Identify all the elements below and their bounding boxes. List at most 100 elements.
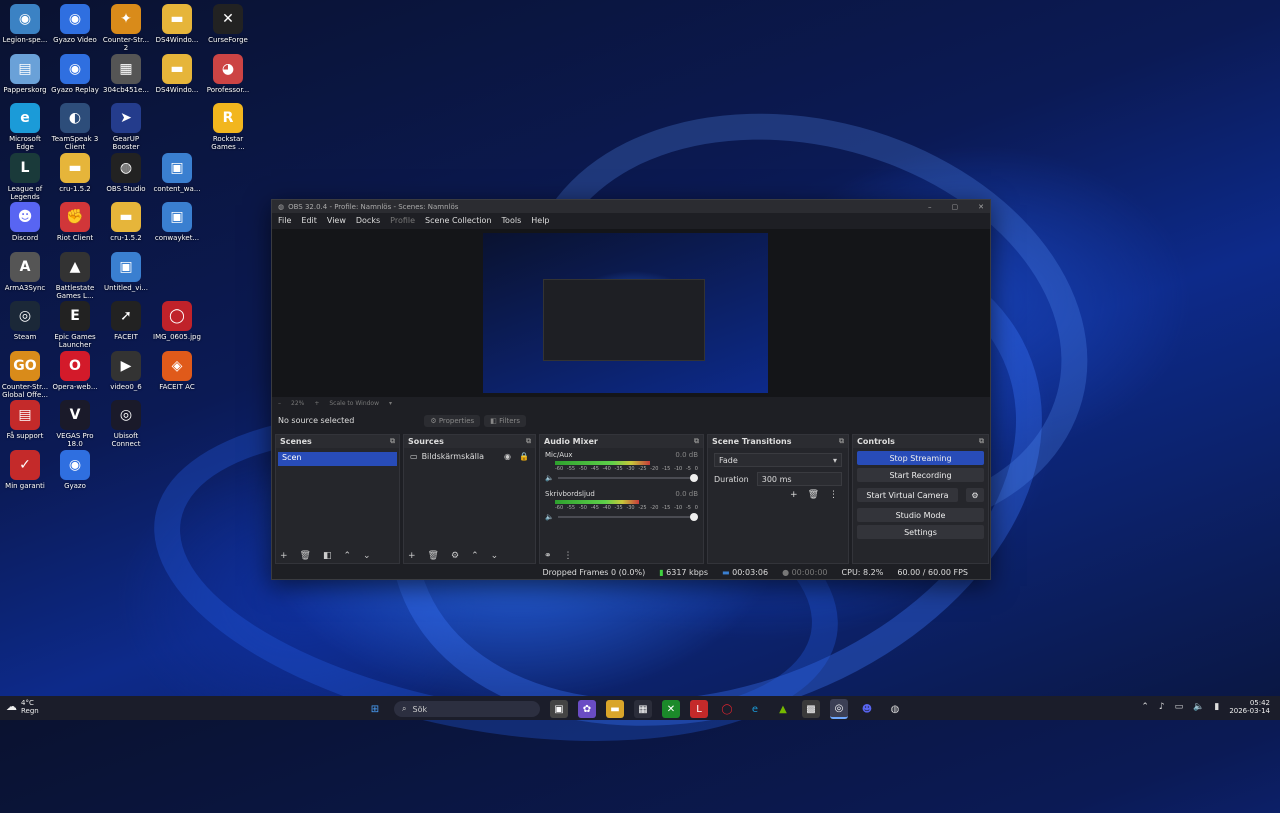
scene-item[interactable]: Scen <box>278 452 397 466</box>
minimize-icon[interactable]: – <box>928 203 932 211</box>
volume-slider[interactable] <box>557 513 698 521</box>
desktop-icon[interactable]: ▣ content_wa... <box>152 152 202 193</box>
transition-select[interactable]: Fade ▾ <box>714 453 842 467</box>
desktop-icon[interactable]: ◉ Legion-spe... <box>0 4 50 44</box>
desktop-icon[interactable]: ✦ Counter-Str... 2 <box>101 4 151 52</box>
menu-file[interactable]: File <box>278 216 291 225</box>
lock-icon[interactable]: 🔒 <box>519 452 529 461</box>
menu-scene-collection[interactable]: Scene Collection <box>425 216 492 225</box>
add-transition-icon[interactable]: + <box>790 490 798 500</box>
menu-profile[interactable]: Profile <box>390 216 415 225</box>
settings-button[interactable]: Settings <box>857 525 984 539</box>
duration-field[interactable]: 300 ms <box>756 472 842 486</box>
file-explorer-icon[interactable]: ▬ <box>606 700 624 718</box>
obs-titlebar[interactable]: ◍ OBS 32.0.4 - Profile: Namnlös - Scenes… <box>272 200 990 213</box>
source-settings-icon[interactable]: ⚙ <box>451 551 459 561</box>
zoom-out-icon[interactable]: – <box>278 400 281 407</box>
desktop-icon[interactable]: ◉ Gyazo Replay <box>50 53 100 94</box>
app-icon[interactable]: ▩ <box>802 700 820 718</box>
desktop-icon[interactable]: ▤ Få support <box>0 400 50 440</box>
menu-help[interactable]: Help <box>531 216 549 225</box>
desktop-icon[interactable]: ◯ IMG_0605.jpg <box>152 301 202 341</box>
zoom-in-icon[interactable]: + <box>314 400 319 407</box>
desktop-icon[interactable]: ◈ FACEIT AC <box>152 350 202 391</box>
studio-mode-button[interactable]: Studio Mode <box>857 508 984 522</box>
clock[interactable]: 05:42 2026-03-14 <box>1229 699 1270 715</box>
desktop-icon[interactable]: e Microsoft Edge <box>0 103 50 151</box>
volume-slider[interactable] <box>557 474 698 482</box>
menu-view[interactable]: View <box>327 216 346 225</box>
discord-icon[interactable]: ☻ <box>858 700 876 718</box>
menu-docks[interactable]: Docks <box>356 216 380 225</box>
network-icon[interactable]: ▭ <box>1175 702 1184 712</box>
remove-scene-icon[interactable]: 🗑 <box>300 551 311 561</box>
stop-streaming-button[interactable]: Stop Streaming <box>857 451 984 465</box>
opera-icon[interactable]: ◯ <box>718 700 736 718</box>
desktop-icon[interactable]: O Opera-web... <box>50 350 100 391</box>
desktop-icon[interactable]: ▣ conwayket... <box>152 202 202 242</box>
volume-icon[interactable]: 🔈 <box>1193 702 1204 712</box>
task-view-icon[interactable]: ▣ <box>550 700 568 718</box>
source-item[interactable]: ▭ Bildskärmskälla ◉ 🔒 <box>410 452 529 461</box>
desktop-icon[interactable]: ▬ cru-1.5.2 <box>50 152 100 193</box>
move-up-icon[interactable]: ⌃ <box>471 551 479 561</box>
desktop-icon[interactable]: ✕ CurseForge <box>203 4 253 44</box>
steam-icon[interactable]: ◎ <box>830 699 848 719</box>
desktop-icon[interactable]: E Epic Games Launcher <box>50 301 100 349</box>
desktop-icon[interactable]: GO Counter-Str... Global Offe... <box>0 350 50 399</box>
more-options-icon[interactable]: ⋮ <box>564 551 573 561</box>
desktop-icon[interactable]: ◉ Gyazo <box>50 449 100 490</box>
virtual-camera-settings-icon[interactable]: ⚙ <box>966 488 984 502</box>
add-scene-icon[interactable]: + <box>280 551 288 561</box>
legion-icon[interactable]: L <box>690 700 708 718</box>
mic-icon[interactable]: ♪ <box>1159 702 1165 712</box>
undock-icon[interactable]: ⧉ <box>979 437 984 446</box>
teams-icon[interactable]: ✿ <box>578 700 596 718</box>
properties-button[interactable]: ⚙ Properties <box>424 414 481 427</box>
menu-edit[interactable]: Edit <box>301 216 317 225</box>
desktop-icon[interactable]: ▬ DS4Windo... <box>152 4 202 44</box>
xbox-icon[interactable]: ✕ <box>662 700 680 718</box>
desktop-icon[interactable]: ✓ Min garanti <box>0 449 50 490</box>
desktop-icon[interactable]: ◎ Steam <box>0 301 50 341</box>
maximize-icon[interactable]: ▢ <box>952 203 959 211</box>
edge-icon[interactable]: e <box>746 700 764 718</box>
program-preview[interactable] <box>483 233 768 393</box>
desktop-icon[interactable]: ◕ Porofessor... <box>203 53 253 94</box>
desktop-icon[interactable]: ▦ 304cb451e... <box>101 53 151 94</box>
desktop-icon[interactable]: ▬ DS4Windo... <box>152 53 202 94</box>
desktop-icon[interactable]: L League of Legends <box>0 152 50 201</box>
desktop-icon[interactable]: ✊ Riot Client <box>50 202 100 242</box>
menu-tools[interactable]: Tools <box>502 216 522 225</box>
more-options-icon[interactable]: ⋮ <box>829 490 838 500</box>
desktop-icon[interactable]: ◐ TeamSpeak 3 Client <box>50 103 100 151</box>
calendar-icon[interactable]: ▦ <box>634 700 652 718</box>
remove-source-icon[interactable]: 🗑 <box>428 551 439 561</box>
desktop-icon[interactable]: ▶ video0_6 <box>101 350 151 391</box>
desktop-icon[interactable]: ▲ Battlestate Games L... <box>50 251 100 300</box>
desktop-icon[interactable]: ☻ Discord <box>0 202 50 242</box>
link-icon[interactable]: ⚭ <box>544 551 552 561</box>
speaker-icon[interactable]: 🔈 <box>545 474 554 482</box>
nvidia-icon[interactable]: ▲ <box>774 700 792 718</box>
start-virtual-camera-button[interactable]: Start Virtual Camera <box>857 488 958 502</box>
desktop-icon[interactable]: ◎ Ubisoft Connect <box>101 400 151 448</box>
battery-icon[interactable]: ▮ <box>1214 702 1219 712</box>
move-up-icon[interactable]: ⌃ <box>344 551 352 561</box>
desktop-icon[interactable]: ➚ FACEIT <box>101 301 151 341</box>
desktop-icon[interactable]: ◍ OBS Studio <box>101 152 151 193</box>
obs-taskbar-icon[interactable]: ◍ <box>886 700 904 718</box>
desktop-icon[interactable]: ➤ GearUP Booster <box>101 103 151 151</box>
scale-mode[interactable]: Scale to Window <box>329 400 379 407</box>
desktop-icon[interactable]: R Rockstar Games ... <box>203 103 253 151</box>
move-down-icon[interactable]: ⌄ <box>491 551 499 561</box>
weather-widget[interactable]: ☁ 4°C Regn <box>6 699 39 715</box>
start-icon[interactable]: ⊞ <box>366 700 384 718</box>
move-down-icon[interactable]: ⌄ <box>363 551 371 561</box>
close-icon[interactable]: ✕ <box>978 203 984 211</box>
scale-dropdown-icon[interactable]: ▾ <box>389 400 392 407</box>
desktop-icon[interactable]: ▬ cru-1.5.2 <box>101 202 151 242</box>
scene-filters-icon[interactable]: ◧ <box>323 551 332 561</box>
desktop-icon[interactable]: ◉ Gyazo Video <box>50 4 100 44</box>
start-recording-button[interactable]: Start Recording <box>857 468 984 482</box>
